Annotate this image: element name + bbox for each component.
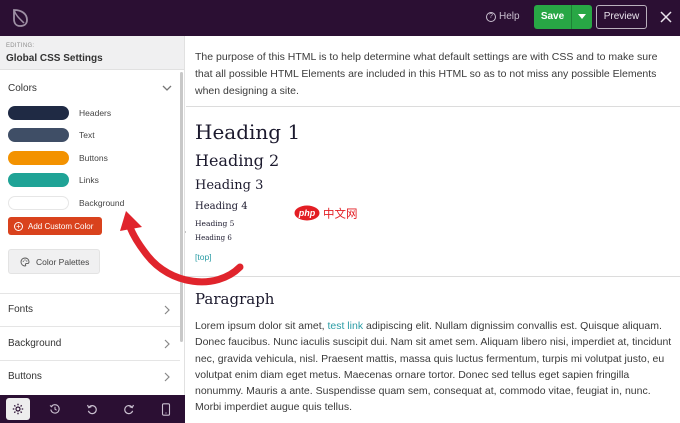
section-fonts-label: Fonts [8,304,34,315]
color-swatch-buttons[interactable]: Buttons [8,150,168,166]
intro-paragraph: The purpose of this HTML is to help dete… [195,51,658,97]
color-palettes-button[interactable]: Color Palettes [8,249,100,274]
add-custom-color-button[interactable]: + Add Custom Color [8,217,102,235]
gear-icon [12,403,24,415]
section-buttons-label: Buttons [8,371,42,382]
history-icon [49,404,60,414]
save-button-group: Save [534,5,592,29]
svg-text:中文网: 中文网 [323,207,358,221]
swatch-chip[interactable] [8,128,69,142]
horizontal-rule [186,106,680,107]
lorem-paragraph: Lorem ipsum dolor sit amet, test link ad… [195,318,679,416]
add-custom-color-label: Add Custom Color [28,221,94,231]
mobile-icon [161,402,170,416]
heading-2: Heading 2 [195,151,280,170]
annotation-arrow [120,211,244,286]
php-watermark-logo: php 中文网 [294,205,358,221]
caret-down-icon [578,14,586,19]
swatch-chip[interactable] [8,106,69,120]
help-link[interactable]: ? Help [486,11,520,22]
paragraph-text: adipiscing elit. Nullam dignissim conval… [195,320,672,414]
section-buttons[interactable]: Buttons [8,371,173,382]
divider [0,360,180,361]
chevron-right-icon [164,305,170,315]
plus-circle-icon: + [14,221,23,231]
section-background-label: Background [8,338,62,349]
bottom-toolbar [0,395,185,423]
editing-label: EDITING: [6,43,35,49]
section-fonts[interactable]: Fonts [8,304,173,315]
swatch-label: Links [79,175,99,185]
swatch-label: Text [79,130,95,140]
color-swatch-headers[interactable]: Headers [8,105,168,121]
help-icon: ? [486,11,496,22]
color-palettes-label: Color Palettes [36,256,90,267]
redo-button[interactable] [110,395,147,423]
color-swatch-text[interactable]: Text [8,127,168,143]
chevron-down-icon[interactable] [162,84,172,92]
history-button[interactable] [36,395,73,423]
colors-section-heading[interactable]: Colors [8,83,37,94]
paragraph-text: Lorem ipsum dolor sit amet, [195,320,328,332]
save-options-button[interactable] [571,5,592,29]
swatch-chip[interactable] [8,196,69,210]
undo-button[interactable] [73,395,110,423]
color-swatch-links[interactable]: Links [8,172,168,188]
redo-icon [123,404,134,415]
svg-text:php: php [298,208,316,218]
chevron-right-icon [164,339,170,349]
swatch-chip[interactable] [8,173,69,187]
chevron-right-icon [164,372,170,382]
heading-3: Heading 3 [195,178,264,193]
page-preview: The purpose of this HTML is to help dete… [186,36,680,423]
responsive-preview-button[interactable] [147,395,184,423]
horizontal-rule [186,276,680,277]
top-bar: ? Help Save Preview [0,0,680,36]
editing-header: EDITING: Global CSS Settings [0,36,184,70]
divider [0,326,180,327]
swatch-chip[interactable] [8,151,69,165]
palette-icon [20,257,30,266]
swatch-label: Buttons [79,153,108,163]
heading-1: Heading 1 [195,120,301,144]
leaf-icon[interactable] [8,6,32,30]
save-button[interactable]: Save [534,5,571,29]
help-label: Help [499,11,520,22]
settings-tab[interactable] [6,398,30,420]
test-link[interactable]: test link [327,320,363,332]
section-background[interactable]: Background [8,338,173,349]
preview-button[interactable]: Preview [596,5,647,29]
editing-title: Global CSS Settings [6,53,103,64]
undo-icon [86,404,97,415]
close-icon[interactable] [658,9,674,25]
swatch-label: Headers [79,108,112,118]
